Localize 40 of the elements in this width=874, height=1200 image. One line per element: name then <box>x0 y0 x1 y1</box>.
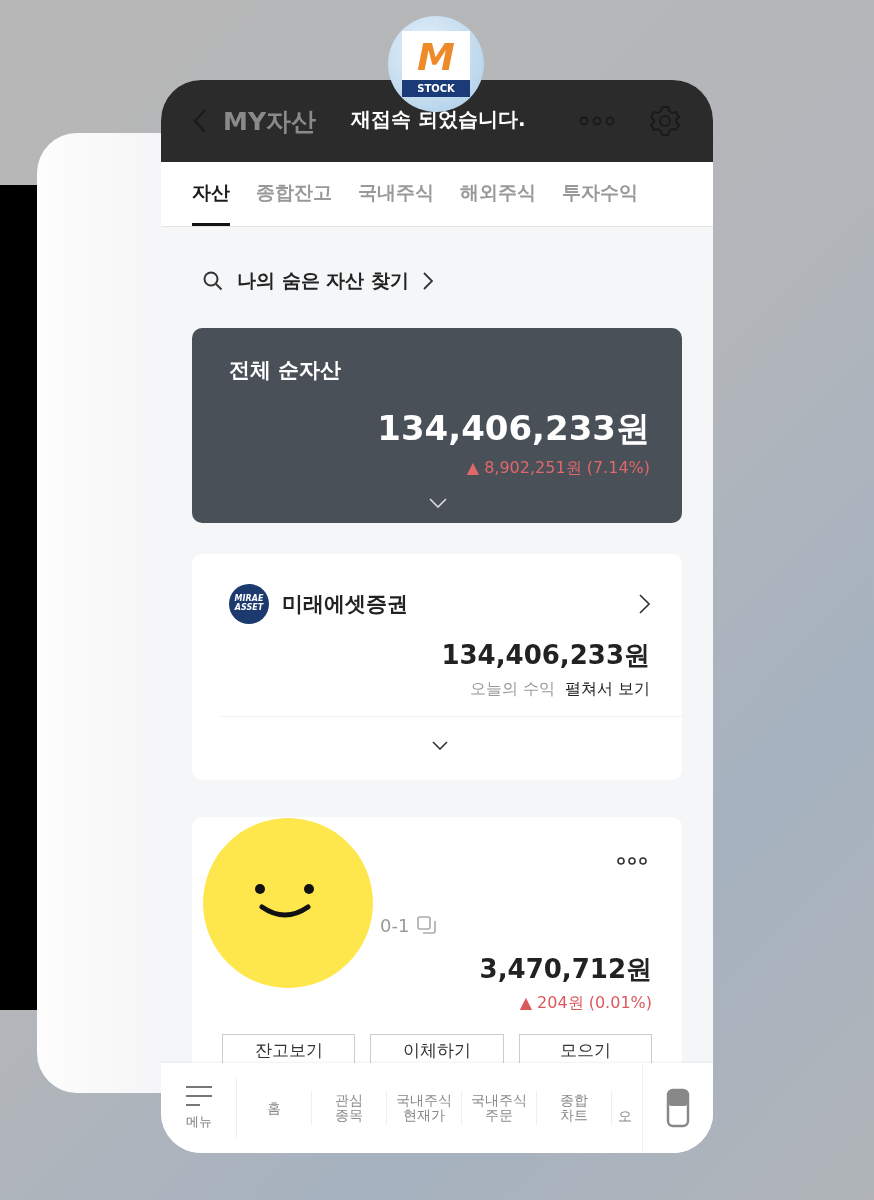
more-icon[interactable] <box>617 857 647 865</box>
change-amount: ▲ 8,902,251원 (7.14%) <box>466 458 650 479</box>
broker-card[interactable]: MIRAE ASSET 미래에셋증권 134,406,233원 오늘의 수익 펼쳐서 보기 <box>192 554 682 780</box>
nav-item[interactable]: 오 <box>612 1108 638 1126</box>
action-button[interactable]: 이체하기 <box>370 1034 504 1063</box>
broker-name: 미래에셋증권 <box>282 591 408 618</box>
nav-item[interactable]: 홈 <box>237 1091 312 1125</box>
chevron-right-icon[interactable] <box>422 272 433 290</box>
search-icon[interactable] <box>203 271 223 291</box>
nav-item[interactable]: 국내주식 현재가 <box>387 1091 462 1125</box>
toggle-icon[interactable] <box>666 1088 690 1128</box>
menu-icon <box>184 1085 213 1107</box>
chevron-down-icon[interactable] <box>431 741 448 750</box>
account-card[interactable]: 0-1 3,470,712원 ▲ 204원 (0.01%) 잔고보기 이체하기 모으기 <box>192 817 682 1063</box>
net-assets-card[interactable]: 전체 순자산 134,406,233원 ▲ 8,902,251원 (7.14%) <box>192 328 682 523</box>
broker-logo: MIRAE ASSET <box>229 584 269 624</box>
nav-item[interactable]: 국내주식 주문 <box>462 1091 537 1125</box>
page-title: MY자산 <box>223 105 316 138</box>
tab[interactable]: 해외주식 <box>460 162 536 226</box>
account-number: 0-1 <box>380 915 410 936</box>
tab[interactable]: 국내주식 <box>358 162 434 226</box>
card-title: 전체 순자산 <box>229 357 342 384</box>
logo-letter: M <box>417 38 455 76</box>
nav-item[interactable]: 관심 종목 <box>312 1091 387 1125</box>
logo-label: STOCK <box>402 80 470 97</box>
account-amount: 3,470,712원 <box>479 953 652 986</box>
tab[interactable]: 종합잔고 <box>256 162 332 226</box>
tab[interactable]: 투자수익 <box>562 162 638 226</box>
change-amount: ▲ 204원 (0.01%) <box>519 993 652 1014</box>
expand-link[interactable]: 펼쳐서 보기 <box>564 679 650 700</box>
app-window[interactable] <box>161 80 713 1153</box>
action-button[interactable]: 잔고보기 <box>222 1034 356 1063</box>
chevron-right-icon[interactable] <box>639 594 650 614</box>
broker-amount: 134,406,233원 <box>441 639 650 672</box>
today-profit-label: 오늘의 수익 <box>469 679 555 700</box>
hidden-assets-link[interactable]: 나의 숨은 자산 찾기 <box>237 268 409 294</box>
total-amount: 134,406,233원 <box>377 407 650 450</box>
menu-button[interactable]: 메뉴 <box>161 1078 237 1138</box>
nav-item[interactable]: 종합 차트 <box>537 1091 612 1125</box>
action-button[interactable]: 모으기 <box>518 1034 652 1063</box>
